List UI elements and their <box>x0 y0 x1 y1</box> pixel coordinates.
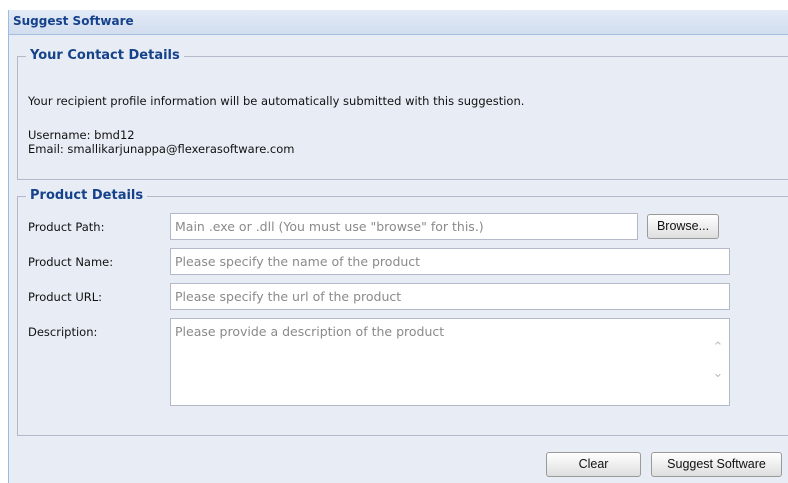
description-textarea[interactable]: Please provide a description of the prod… <box>170 318 730 406</box>
suggest-software-button[interactable]: Suggest Software <box>651 452 782 477</box>
contact-note: Your recipient profile information will … <box>28 94 525 108</box>
panel-header: Suggest Software <box>9 10 788 35</box>
username-text: Username: bmd12 <box>28 128 135 142</box>
chevron-down-icon[interactable]: ⌄ <box>713 367 724 381</box>
description-scrollbar[interactable]: ⌃ ⌄ <box>711 341 725 381</box>
contact-details-legend: Your Contact Details <box>26 48 184 63</box>
clear-button[interactable]: Clear <box>546 452 641 477</box>
product-url-label: Product URL: <box>28 290 103 304</box>
product-path-label: Product Path: <box>28 220 105 234</box>
product-name-label: Product Name: <box>28 255 114 269</box>
product-details-fieldset: Product Details Product Path: Main .exe … <box>17 188 788 436</box>
product-path-input[interactable]: Main .exe or .dll (You must use "browse"… <box>170 213 638 240</box>
browse-button[interactable]: Browse... <box>647 214 719 239</box>
product-url-input[interactable]: Please specify the url of the product <box>170 283 730 310</box>
contact-details-fieldset: Your Contact Details Your recipient prof… <box>17 48 788 180</box>
description-placeholder: Please provide a description of the prod… <box>175 324 445 339</box>
chevron-up-icon[interactable]: ⌃ <box>713 341 724 355</box>
product-name-input[interactable]: Please specify the name of the product <box>170 248 730 275</box>
panel-title: Suggest Software <box>13 14 134 28</box>
suggest-software-panel: Suggest Software Your Contact Details Yo… <box>8 10 788 483</box>
email-text: Email: smallikarjunappa@flexerasoftware.… <box>28 142 295 156</box>
product-details-legend: Product Details <box>26 188 148 203</box>
description-label: Description: <box>28 325 98 339</box>
